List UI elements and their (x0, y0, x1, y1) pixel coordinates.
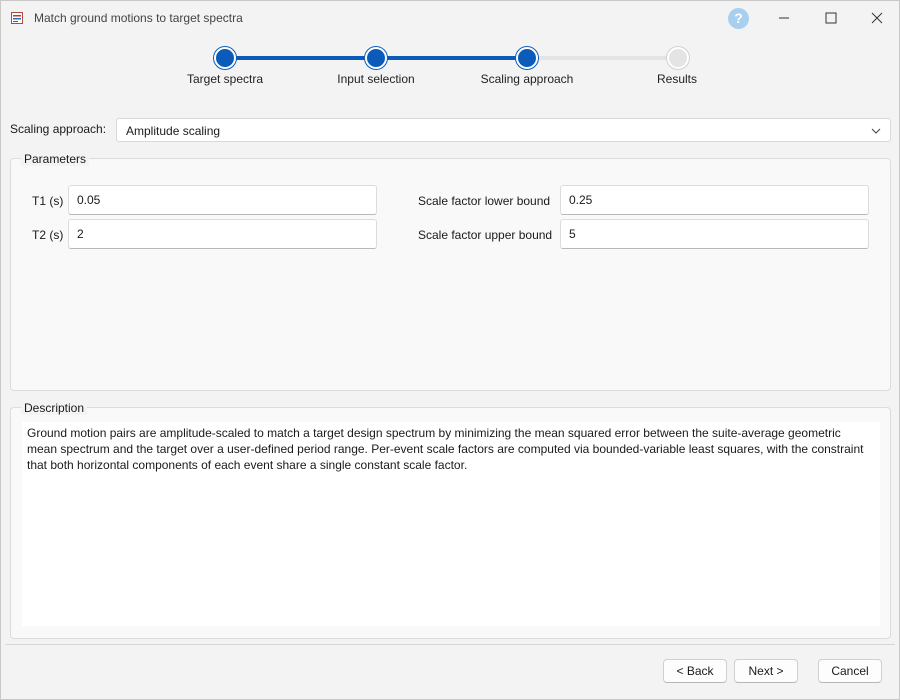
close-icon[interactable] (862, 5, 892, 31)
scale-lower-input[interactable] (569, 193, 849, 207)
footer-divider (5, 644, 895, 645)
t1-input[interactable] (77, 193, 357, 207)
step-dot-results (667, 47, 689, 69)
scale-upper-field[interactable] (560, 219, 869, 249)
description-box: Ground motion pairs are amplitude-scaled… (22, 422, 880, 626)
description-text: Ground motion pairs are amplitude-scaled… (27, 426, 864, 472)
cancel-button[interactable]: Cancel (818, 659, 882, 683)
scaling-approach-value: Amplitude scaling (126, 124, 221, 138)
scale-upper-label: Scale factor upper bound (418, 228, 553, 242)
step-label-input-selection: Input selection (337, 72, 415, 86)
t2-input[interactable] (77, 227, 357, 241)
next-button[interactable]: Next > (734, 659, 798, 683)
t1-field[interactable] (68, 185, 377, 215)
scaling-approach-label: Scaling approach: (10, 122, 107, 136)
description-title: Description (21, 401, 88, 415)
wizard-window: Match ground motions to target spectra ?… (0, 0, 900, 700)
step-label-target-spectra: Target spectra (186, 72, 264, 86)
step-dot-target-spectra (214, 47, 236, 69)
maximize-icon[interactable] (816, 5, 846, 31)
step-connector (376, 56, 527, 60)
minimize-icon[interactable] (769, 5, 799, 31)
window-title: Match ground motions to target spectra (34, 11, 243, 25)
step-dot-input-selection (365, 47, 387, 69)
step-label-results: Results (656, 72, 697, 86)
step-connector (527, 56, 678, 60)
scale-upper-input[interactable] (569, 227, 849, 241)
help-icon[interactable]: ? (728, 8, 749, 29)
t2-field[interactable] (68, 219, 377, 249)
back-button[interactable]: < Back (663, 659, 727, 683)
title-bar: Match ground motions to target spectra ? (1, 1, 899, 35)
step-label-scaling-approach: Scaling approach (480, 72, 574, 86)
step-connector (225, 56, 377, 60)
parameters-title: Parameters (21, 152, 90, 166)
t2-label: T2 (s) (32, 228, 64, 242)
t1-label: T1 (s) (32, 194, 64, 208)
app-icon (11, 12, 23, 24)
step-dot-scaling-approach (516, 47, 538, 69)
scale-lower-field[interactable] (560, 185, 869, 215)
scaling-approach-select[interactable]: Amplitude scaling (116, 118, 891, 142)
chevron-down-icon (871, 128, 881, 134)
scale-lower-label: Scale factor lower bound (418, 194, 551, 208)
